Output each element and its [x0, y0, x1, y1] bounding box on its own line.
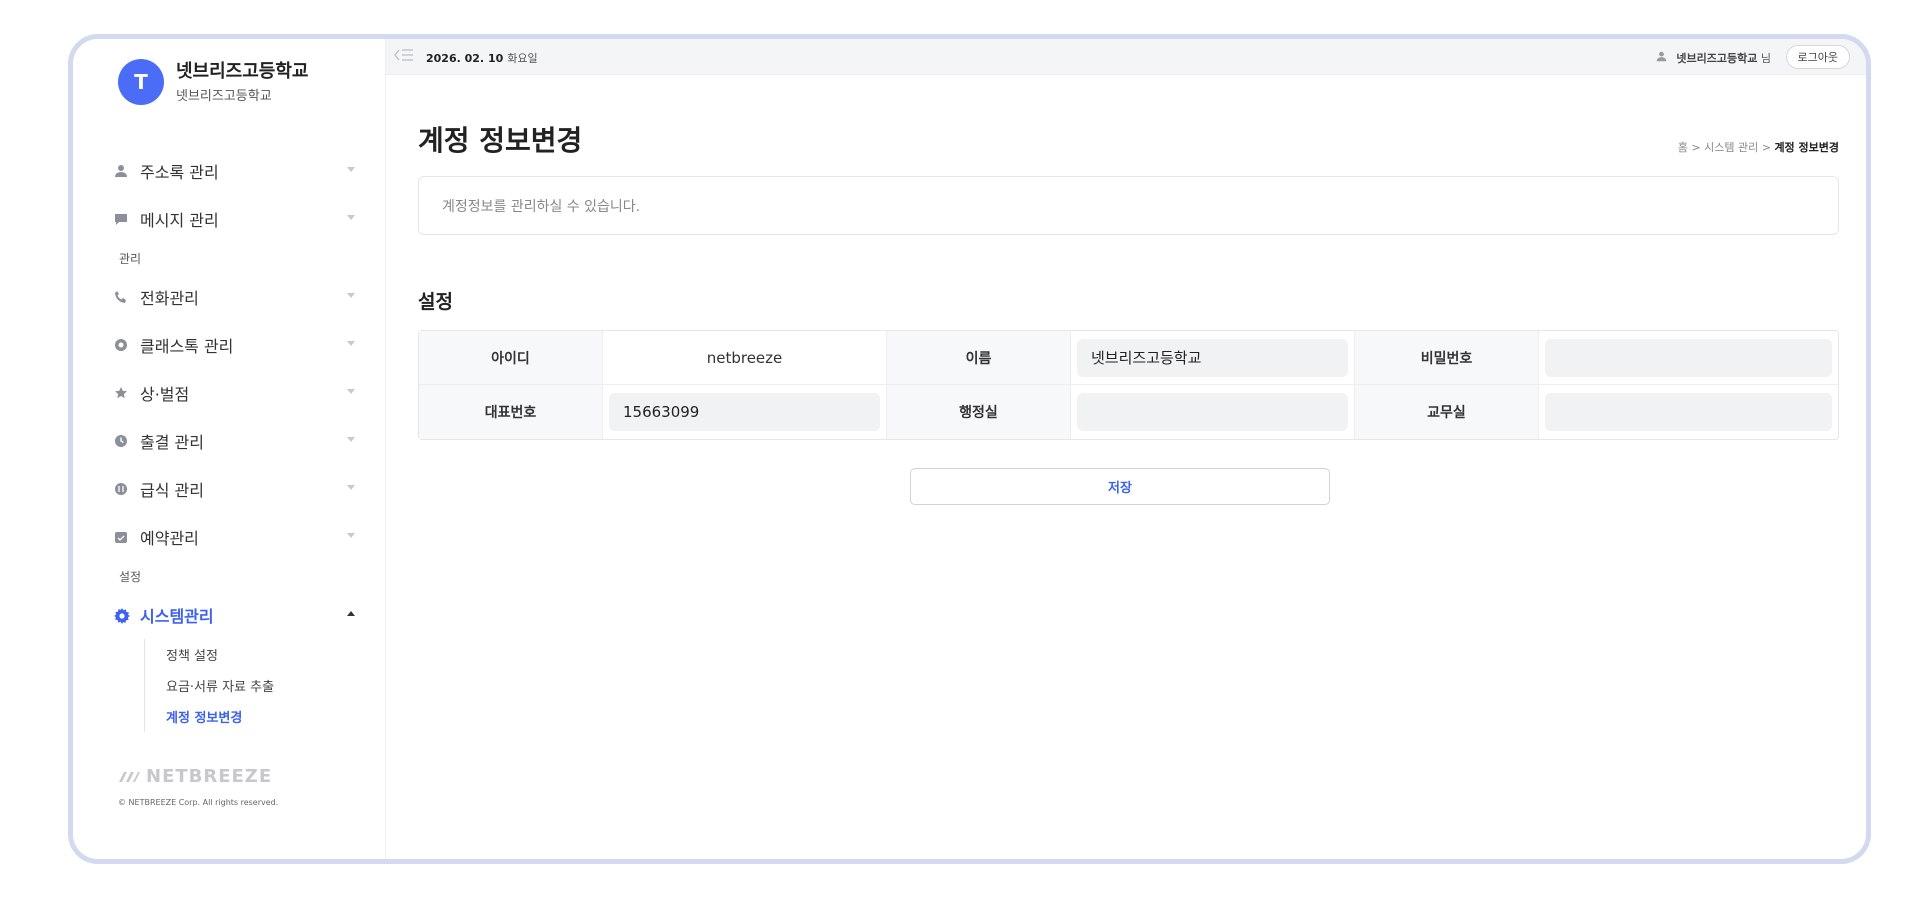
section-label-manage: 관리: [119, 251, 142, 266]
staff-office-label: 교무실: [1355, 385, 1539, 439]
person-icon: [114, 164, 128, 178]
chevron-down-icon: [347, 167, 355, 172]
date-value: 2026. 02. 10: [426, 52, 504, 65]
sidebar-item-merit[interactable]: 상·벌점: [73, 369, 373, 417]
section-title: 설정: [418, 291, 453, 313]
chevron-down-icon: [347, 389, 355, 394]
chevron-down-icon: [347, 437, 355, 442]
weekday: 화요일: [507, 52, 538, 65]
brand-subtitle: 넷브리즈고등학교: [176, 88, 272, 104]
breadcrumb: 홈 > 시스템 관리 > 계정 정보변경: [1678, 139, 1839, 155]
meal-icon: [114, 482, 128, 496]
save-button[interactable]: 저장: [910, 468, 1330, 505]
phone-icon: [114, 290, 128, 304]
sidebar: T 넷브리즈고등학교 넷브리즈고등학교 주소록 관리 메시지 관리 관리 전화관…: [73, 39, 386, 859]
password-cell: [1539, 331, 1838, 385]
netbreeze-logo-icon: [119, 771, 140, 782]
sidebar-item-system[interactable]: 시스템관리: [73, 591, 373, 639]
chevron-down-icon: [347, 293, 355, 298]
breadcrumb-current: 계정 정보변경: [1774, 141, 1839, 154]
person-icon: [1656, 51, 1671, 65]
password-field[interactable]: [1545, 338, 1832, 377]
breadcrumb-home[interactable]: 홈: [1678, 141, 1688, 154]
name-cell: 넷브리즈고등학교: [1071, 331, 1355, 385]
sidebar-item-label: 주소록 관리: [140, 163, 219, 182]
chevron-up-icon: [347, 611, 355, 616]
breadcrumb-parent[interactable]: 시스템 관리: [1704, 141, 1758, 154]
staff-office-cell: [1539, 385, 1838, 439]
sidebar-item-meal[interactable]: 급식 관리: [73, 465, 373, 513]
classtalk-icon: [114, 338, 128, 352]
admin-office-label: 행정실: [887, 385, 1071, 439]
page-title: 계정 정보변경: [418, 124, 583, 157]
footer-logo-text: NETBREEZE: [146, 766, 273, 787]
rep-number-label: 대표번호: [419, 385, 603, 439]
calendar-icon: [114, 530, 128, 544]
breadcrumb-separator: >: [1761, 141, 1771, 154]
sidebar-item-classtalk[interactable]: 클래스톡 관리: [73, 321, 373, 369]
section-label-settings: 설정: [119, 569, 142, 584]
user-name: 넷브리즈고등학교: [1676, 52, 1758, 65]
chevron-down-icon: [347, 341, 355, 346]
chevron-down-icon: [347, 215, 355, 220]
chat-icon: [114, 212, 128, 226]
footer-copyright: © NETBREEZE Corp. All rights reserved.: [118, 798, 279, 807]
sidebar-item-label: 클래스톡 관리: [140, 337, 234, 356]
admin-office-field[interactable]: [1077, 393, 1348, 431]
sidebar-item-label: 메시지 관리: [140, 211, 219, 230]
sidebar-item-reservation[interactable]: 예약관리: [73, 513, 373, 561]
clock-icon: [114, 434, 128, 448]
subnav-item-policy[interactable]: 정책 설정: [166, 639, 373, 670]
chevron-down-icon: [347, 533, 355, 538]
sidebar-nav: 주소록 관리 메시지 관리 관리 전화관리 클래스톡 관리 상·벌점 출결 관리…: [73, 147, 373, 732]
breadcrumb-separator: >: [1691, 141, 1701, 154]
sidebar-item-label: 급식 관리: [140, 481, 204, 500]
topbar: 2026. 02. 10 화요일 넷브리즈고등학교 님 로그아웃: [386, 39, 1866, 75]
app-frame: T 넷브리즈고등학교 넷브리즈고등학교 주소록 관리 메시지 관리 관리 전화관…: [68, 34, 1871, 864]
sidebar-item-label: 출결 관리: [140, 433, 204, 452]
sidebar-item-phone[interactable]: 전화관리: [73, 273, 373, 321]
system-subnav: 정책 설정 요금·서류 자료 추출 계정 정보변경: [144, 639, 373, 732]
avatar: T: [118, 59, 164, 105]
staff-office-field[interactable]: [1545, 393, 1832, 431]
gear-icon: [114, 608, 130, 624]
footer-logo: NETBREEZE: [118, 766, 272, 787]
collapse-sidebar-icon[interactable]: [394, 48, 414, 66]
user-info: 넷브리즈고등학교 님: [1656, 50, 1771, 66]
logout-button[interactable]: 로그아웃: [1785, 45, 1850, 69]
subnav-item-export[interactable]: 요금·서류 자료 추출: [166, 670, 373, 701]
current-date: 2026. 02. 10 화요일: [426, 50, 538, 66]
sidebar-item-label: 시스템관리: [140, 607, 214, 626]
sidebar-item-label: 전화관리: [140, 289, 199, 308]
page-description: 계정정보를 관리하실 수 있습니다.: [418, 176, 1839, 235]
sidebar-item-label: 상·벌점: [140, 385, 190, 404]
sidebar-item-addressbook[interactable]: 주소록 관리: [73, 147, 373, 195]
sidebar-item-label: 예약관리: [140, 529, 199, 548]
account-settings-table: 아이디 netbreeze 이름 넷브리즈고등학교 비밀번호 대표번호 1566…: [418, 330, 1839, 440]
password-label: 비밀번호: [1355, 331, 1539, 385]
name-field[interactable]: 넷브리즈고등학교: [1077, 338, 1348, 377]
rep-number-field[interactable]: 15663099: [609, 393, 880, 431]
chevron-down-icon: [347, 485, 355, 490]
brand: T 넷브리즈고등학교 넷브리즈고등학교: [118, 59, 308, 105]
subnav-item-account[interactable]: 계정 정보변경: [166, 701, 373, 732]
user-suffix: 님: [1760, 52, 1771, 65]
name-label: 이름: [887, 331, 1071, 385]
brand-title: 넷브리즈고등학교: [176, 60, 309, 82]
admin-office-cell: [1071, 385, 1355, 439]
id-label: 아이디: [419, 331, 603, 385]
id-value: netbreeze: [603, 331, 887, 385]
sidebar-item-messages[interactable]: 메시지 관리: [73, 195, 373, 243]
rep-number-cell: 15663099: [603, 385, 887, 439]
star-icon: [114, 386, 128, 400]
sidebar-item-attendance[interactable]: 출결 관리: [73, 417, 373, 465]
